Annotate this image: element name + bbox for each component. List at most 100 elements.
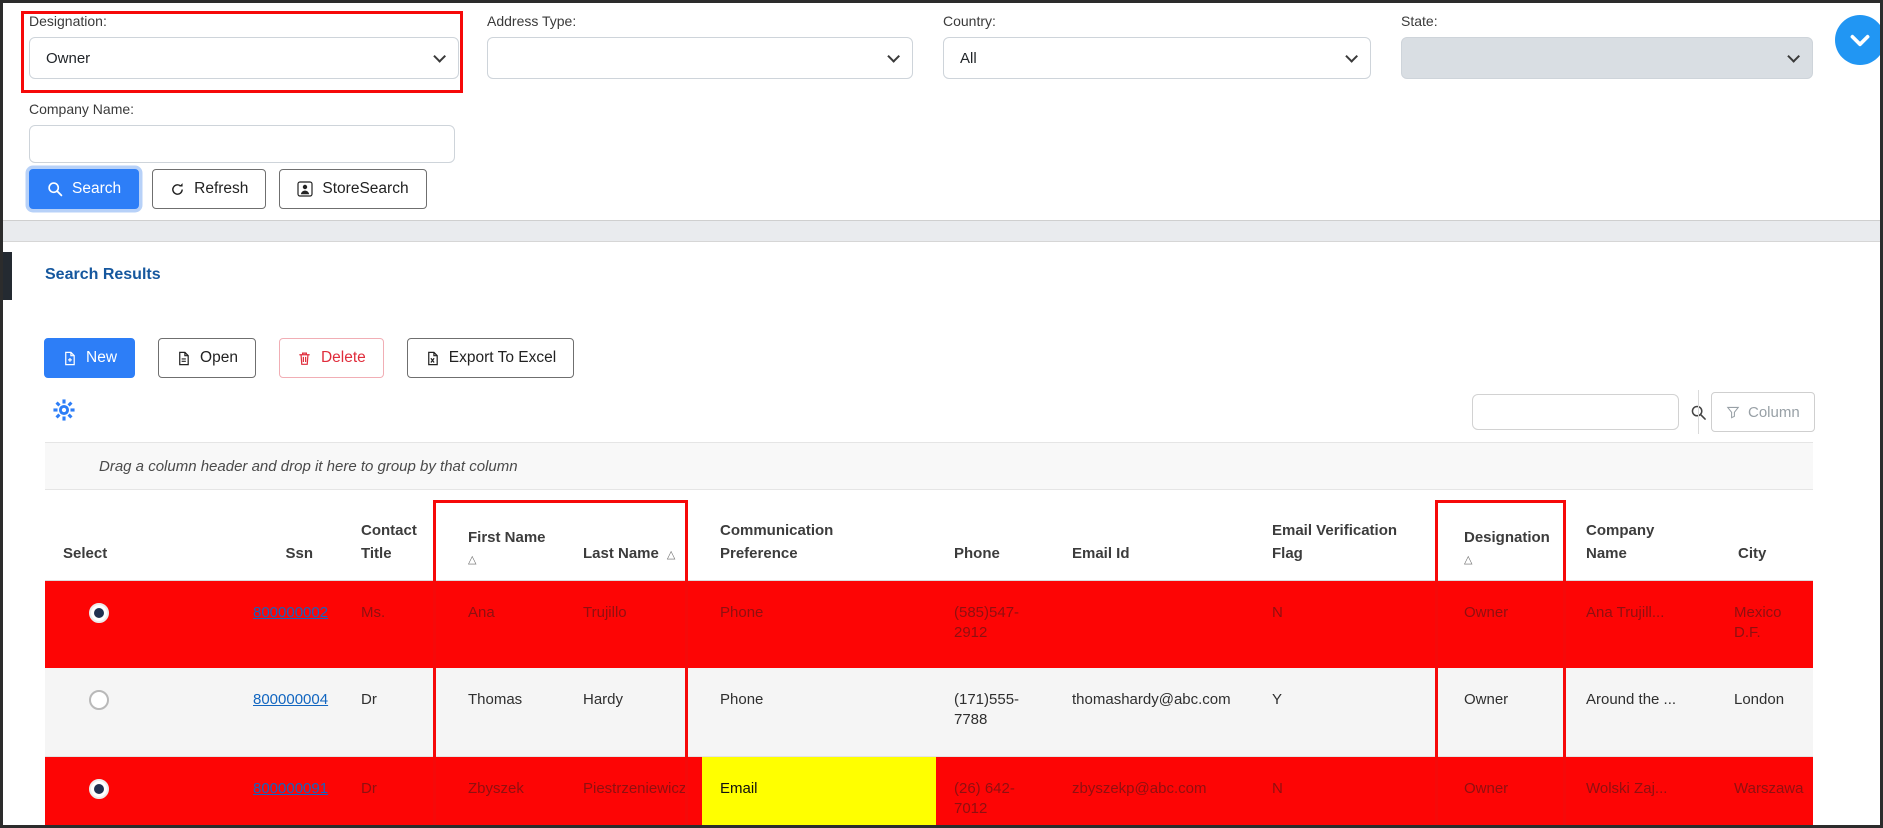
results-table: Select Ssn Contact Title First Name △ La… [45,501,1813,825]
search-button[interactable]: Search [29,169,140,209]
col-header-city[interactable]: City [1720,501,1813,581]
cell-communication-preference: Phone [702,580,936,668]
group-hint-text: Drag a column header and drop it here to… [99,457,518,475]
cell-city: London [1720,668,1813,757]
cell-phone: (585)547-2912 [936,580,1054,668]
collapse-panel-button[interactable] [1835,15,1880,65]
cell-contact-title: Dr [343,756,450,825]
filter-address-type: Address Type: [487,13,913,79]
cell-first-name: Zbyszek [450,756,565,825]
cell-phone: (171)555-7788 [936,668,1054,757]
column-chooser-button[interactable]: Column [1711,392,1815,432]
toolbar-divider [1698,390,1699,434]
cell-company-name: Around the ... [1568,668,1720,757]
filter-state: State: [1401,13,1813,79]
filter-panel: Designation: Owner Address Type: Country… [3,3,1880,221]
address-type-label: Address Type: [487,13,577,29]
ssn-link[interactable]: 800000004 [253,691,328,708]
country-select-value: All [960,49,977,67]
sort-ascending-icon: △ [1464,553,1473,566]
address-type-select[interactable] [487,37,913,79]
grid-search-box [1472,394,1706,430]
filter-country: Country: All [943,13,1371,79]
cell-city: Mexico D.F. [1720,580,1813,668]
designation-label: Designation: [29,13,107,29]
cell-contact-title: Dr [343,668,450,757]
results-grid: Select Ssn Contact Title First Name △ La… [45,501,1813,825]
filter-company-name: Company Name: [29,101,455,163]
cell-ssn: 800000002 [235,580,343,668]
col-header-ssn[interactable]: Ssn [235,501,343,581]
cell-designation: Owner [1446,756,1568,825]
results-section: Search Results New Open Delete Export To… [3,241,1880,825]
cell-email-verification-flag: Y [1254,668,1446,757]
refresh-button[interactable]: Refresh [152,169,267,209]
grid-settings-gear-icon[interactable] [52,398,76,422]
col-header-designation[interactable]: Designation △ [1446,501,1568,581]
chevron-down-icon [1787,49,1800,63]
cell-company-name: Ana Trujill... [1568,580,1720,668]
row-select-radio[interactable] [89,690,109,710]
cell-last-name: Piestrzeniewicz [565,756,702,825]
store-search-button[interactable]: StoreSearch [279,169,427,209]
cell-ssn: 800000091 [235,756,343,825]
col-header-email-id[interactable]: Email Id [1054,501,1254,581]
col-header-last-name[interactable]: Last Name △ [565,501,702,581]
grid-toolbar: New Open Delete Export To Excel [44,338,575,378]
open-button-label: Open [200,349,238,366]
state-select[interactable] [1401,37,1813,79]
cell-communication-preference: Phone [702,668,936,757]
person-icon [297,181,314,197]
col-header-contact-title[interactable]: Contact Title [343,501,450,581]
col-header-phone[interactable]: Phone [936,501,1054,581]
cell-email-verification-flag: N [1254,756,1446,825]
cell-select [45,580,235,668]
cell-select [45,756,235,825]
ssn-link[interactable]: 800000091 [253,780,328,797]
new-button[interactable]: New [44,338,136,378]
table-row: 800000091 Dr Zbyszek Piestrzeniewicz Ema… [45,756,1813,825]
cell-designation: Owner [1446,668,1568,757]
col-header-communication-preference[interactable]: Communication Preference [702,501,936,581]
country-select[interactable]: All [943,37,1371,79]
row-select-radio[interactable] [89,778,109,799]
cell-company-name: Wolski Zaj... [1568,756,1720,825]
search-button-label: Search [72,180,122,197]
cell-first-name: Ana [450,580,565,668]
cell-first-name: Thomas [450,668,565,757]
company-name-label: Company Name: [29,101,135,117]
table-row: 800000004 Dr Thomas Hardy Phone (171)555… [45,668,1813,757]
sort-ascending-icon: △ [666,549,676,562]
grid-search-input[interactable] [1473,395,1690,429]
section-title: Search Results [45,266,161,283]
cell-email-verification-flag: N [1254,580,1446,668]
column-button-label: Column [1748,403,1800,421]
filter-funnel-icon [1726,406,1740,419]
col-header-email-verification-flag[interactable]: Email Verification Flag [1254,501,1446,581]
new-document-icon [65,351,75,365]
new-button-label: New [86,349,118,366]
excel-file-icon [427,351,438,365]
app-window: Designation: Owner Address Type: Country… [0,0,1883,828]
country-label: Country: [943,13,996,29]
col-header-select[interactable]: Select [45,501,235,581]
refresh-icon [172,182,184,195]
col-header-first-name[interactable]: First Name △ [450,501,565,581]
cell-contact-title: Ms. [343,580,450,668]
group-by-drop-zone[interactable]: Drag a column header and drop it here to… [45,442,1813,490]
col-header-company-name[interactable]: Company Name [1568,501,1720,581]
designation-select-value: Owner [46,49,91,67]
open-button[interactable]: Open [158,338,256,378]
table-row: 800000002 Ms. Ana Trujillo Phone (585)54… [45,580,1813,668]
header-row: Select Ssn Contact Title First Name △ La… [45,501,1813,581]
ssn-link[interactable]: 800000002 [253,604,328,621]
designation-select[interactable]: Owner [29,37,459,79]
export-to-excel-button[interactable]: Export To Excel [406,338,575,378]
row-select-radio[interactable] [89,602,109,623]
state-label: State: [1401,13,1438,29]
delete-button[interactable]: Delete [278,338,384,378]
cell-email-id: thomashardy@abc.com [1054,668,1254,757]
filter-designation: Designation: Owner [29,13,459,79]
company-name-input[interactable] [29,125,455,163]
cell-select [45,668,235,757]
